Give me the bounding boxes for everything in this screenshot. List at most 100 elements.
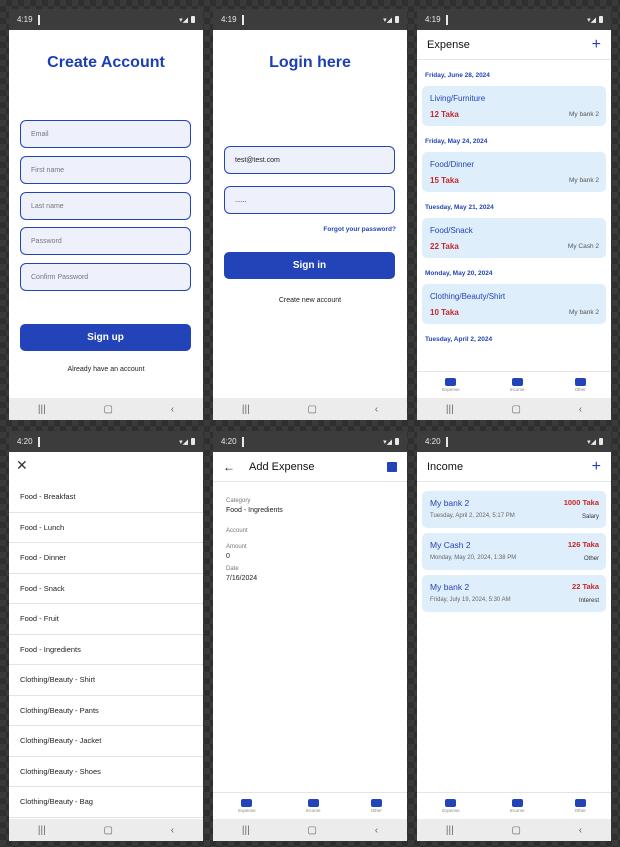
- expense-card[interactable]: Food/Snack 22 Taka My Cash 2: [422, 218, 606, 258]
- system-nav-bar: ||| ▢ ‹: [213, 398, 407, 420]
- expense-screen: 4:19 ▾◢ Expense + Friday, June 28, 2024 …: [417, 9, 611, 420]
- sign-up-button[interactable]: Sign up: [20, 324, 191, 351]
- list-item[interactable]: Clothing/Beauty - Shoes: [9, 757, 203, 787]
- expense-category: Living/Furniture: [430, 94, 486, 103]
- battery-icon: [191, 16, 195, 23]
- app-header: Income +: [417, 452, 611, 482]
- app-header: ← Add Expense: [213, 452, 407, 482]
- signal-icon: ▾◢: [179, 16, 188, 24]
- page-title: Add Expense: [249, 460, 315, 473]
- add-icon[interactable]: +: [592, 458, 601, 476]
- back-icon[interactable]: ‹: [171, 404, 174, 415]
- home-icon[interactable]: ▢: [103, 404, 112, 415]
- list-item[interactable]: Clothing/Beauty - Jacket: [9, 726, 203, 757]
- tab-expense[interactable]: Expense: [442, 378, 460, 392]
- back-icon[interactable]: ‹: [579, 825, 582, 836]
- tab-income[interactable]: Income: [510, 378, 524, 392]
- tab-income[interactable]: Income: [306, 799, 320, 813]
- tab-other[interactable]: Other: [575, 378, 586, 392]
- income-source: Other: [583, 556, 599, 562]
- home-icon[interactable]: ▢: [103, 825, 112, 836]
- list-item[interactable]: Food - Dinner: [9, 543, 203, 574]
- amount-field[interactable]: 0: [226, 553, 283, 560]
- date-header: Tuesday, April 2, 2024: [425, 335, 493, 343]
- tab-label: Other: [370, 808, 382, 813]
- date-header: Friday, May 24, 2024: [425, 137, 488, 145]
- home-icon[interactable]: ▢: [511, 825, 520, 836]
- expense-card[interactable]: Clothing/Beauty/Shirt 10 Taka My bank 2: [422, 284, 606, 324]
- bottom-tab-bar: Expense Income Other: [213, 792, 407, 819]
- status-time: 4:20: [17, 437, 33, 446]
- list-item[interactable]: Clothing/Beauty - Shirt: [9, 665, 203, 696]
- sign-in-button[interactable]: Sign in: [224, 252, 395, 279]
- category-picker-screen: 4:20 ▾◢ ✕ Food - Breakfast Food - Lunch …: [9, 431, 203, 841]
- recents-icon[interactable]: |||: [38, 404, 46, 415]
- page-title: Create Account: [47, 54, 165, 71]
- recents-icon[interactable]: |||: [446, 404, 454, 415]
- add-icon[interactable]: +: [592, 36, 601, 54]
- home-icon[interactable]: ▢: [511, 404, 520, 415]
- category-value[interactable]: Food - Ingredients: [226, 507, 283, 514]
- tab-income[interactable]: Income: [510, 799, 524, 813]
- expense-card[interactable]: Living/Furniture 12 Taka My bank 2: [422, 86, 606, 126]
- income-card[interactable]: My Cash 2 Monday, May 20, 2024, 1:38 PM …: [422, 533, 606, 570]
- page-title: Login here: [269, 54, 351, 71]
- tab-expense[interactable]: Expense: [238, 799, 256, 813]
- back-icon[interactable]: ‹: [579, 404, 582, 415]
- list-item[interactable]: Food - Lunch: [9, 513, 203, 543]
- expense-category: Food/Snack: [430, 226, 473, 235]
- home-icon[interactable]: ▢: [307, 404, 316, 415]
- income-amount: 126 Taka: [567, 540, 599, 549]
- tab-other[interactable]: Other: [575, 799, 586, 813]
- back-icon[interactable]: ‹: [171, 825, 174, 836]
- confirm-password-field[interactable]: Confirm Password: [20, 263, 191, 291]
- email-field[interactable]: Email: [20, 120, 191, 148]
- account-label[interactable]: Account: [226, 528, 283, 534]
- list-item[interactable]: Clothing/Beauty - Bag: [9, 787, 203, 818]
- back-icon[interactable]: ‹: [375, 404, 378, 415]
- login-link[interactable]: Already have an account: [9, 366, 203, 373]
- recents-icon[interactable]: |||: [446, 825, 454, 836]
- income-card[interactable]: My bank 2 Friday, July 19, 2024, 5:30 AM…: [422, 575, 606, 612]
- save-icon[interactable]: [387, 461, 397, 472]
- status-time: 4:20: [425, 437, 441, 446]
- close-icon[interactable]: ✕: [16, 457, 28, 474]
- tab-other[interactable]: Other: [371, 799, 382, 813]
- back-icon[interactable]: ‹: [375, 825, 378, 836]
- category-list: Food - Breakfast Food - Lunch Food - Din…: [9, 482, 203, 818]
- expense-form: Category Food - Ingredients Account Amou…: [226, 498, 283, 582]
- last-name-field[interactable]: Last name: [20, 192, 191, 220]
- income-card[interactable]: My bank 2 Tuesday, April 2, 2024, 5:17 P…: [422, 491, 606, 528]
- list-item[interactable]: Food - Breakfast: [9, 482, 203, 513]
- more-icon: [574, 799, 586, 807]
- recents-icon[interactable]: |||: [242, 825, 250, 836]
- battery-icon: [395, 16, 399, 23]
- forgot-password-link[interactable]: Forgot your password?: [323, 226, 396, 233]
- date-label: Date: [226, 566, 239, 572]
- list-item[interactable]: Food - Ingredients: [9, 635, 203, 665]
- recents-icon[interactable]: |||: [242, 404, 250, 415]
- expense-category: Food/Dinner: [430, 160, 475, 169]
- date-field[interactable]: 7/16/2024: [226, 575, 283, 582]
- battery-icon: [395, 438, 399, 445]
- signal-icon: ▾◢: [587, 16, 596, 24]
- create-account-link[interactable]: Create new account: [213, 297, 407, 304]
- list-item[interactable]: Clothing/Beauty - Pants: [9, 696, 203, 726]
- tab-label: Other: [574, 808, 586, 813]
- list-item[interactable]: Food - Snack: [9, 574, 203, 604]
- back-arrow-icon[interactable]: ←: [223, 460, 235, 474]
- email-field[interactable]: test@test.com: [224, 146, 395, 174]
- first-name-field[interactable]: First name: [20, 156, 191, 184]
- signal-icon: ▾◢: [179, 438, 188, 446]
- battery-icon: [191, 438, 195, 445]
- home-icon[interactable]: ▢: [307, 825, 316, 836]
- money-icon: [307, 799, 319, 807]
- category-label: Category: [226, 498, 251, 504]
- tab-expense[interactable]: Expense: [442, 799, 460, 813]
- password-field[interactable]: ......: [224, 186, 395, 214]
- recents-icon[interactable]: |||: [38, 825, 46, 836]
- income-source: Interest: [578, 598, 599, 604]
- password-field[interactable]: Password: [20, 227, 191, 255]
- expense-card[interactable]: Food/Dinner 15 Taka My bank 2: [422, 152, 606, 192]
- list-item[interactable]: Food - Fruit: [9, 604, 203, 635]
